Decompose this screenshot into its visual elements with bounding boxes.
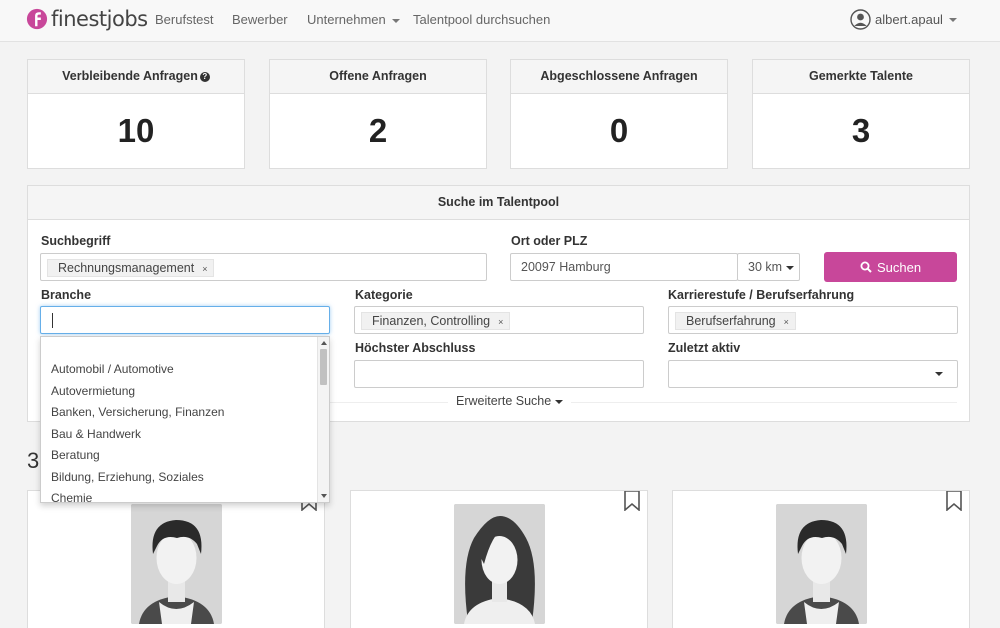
branche-option[interactable]: Banken, Versicherung, Finanzen: [41, 402, 329, 424]
chevron-down-icon: [935, 372, 943, 376]
stat-value: 3: [851, 112, 871, 149]
radius-text: 30 km: [748, 260, 783, 274]
brand-name: finestjobs: [51, 7, 148, 31]
karriere-label: Karrierestufe / Berufserfahrung: [668, 288, 855, 302]
keyword-tag: Rechnungsmanagement ×: [47, 259, 215, 277]
male-avatar: [776, 504, 867, 624]
talent-card[interactable]: [350, 490, 648, 628]
chevron-down-icon: [948, 17, 957, 22]
remove-tag-icon[interactable]: ×: [498, 317, 503, 327]
kategorie-label: Kategorie: [355, 288, 413, 302]
location-value: 20097 Hamburg: [521, 260, 611, 274]
karriere-input[interactable]: Berufserfahrung ×: [668, 306, 958, 334]
scroll-up-icon[interactable]: [321, 341, 327, 345]
remove-tag-icon[interactable]: ×: [784, 317, 789, 327]
nav-unternehmen-label: Unternehmen: [307, 12, 386, 27]
text-cursor: [52, 313, 53, 328]
search-button-label: Suchen: [876, 259, 922, 275]
stat-label: Gemerkte Talente: [753, 60, 969, 94]
radius-value: 30 km: [748, 260, 795, 274]
brand-logo[interactable]: finestjobs: [26, 7, 148, 31]
user-name: albert.apaul: [875, 12, 943, 27]
location-label: Ort oder PLZ: [511, 234, 588, 248]
results-count: 3: [27, 448, 40, 473]
user-menu[interactable]: albert.apaul: [850, 9, 957, 30]
bookmark-icon[interactable]: [623, 491, 641, 511]
keyword-tag-text: Rechnungsmanagement: [58, 261, 195, 275]
branche-label: Branche: [41, 288, 92, 302]
talent-card[interactable]: [672, 490, 970, 628]
scrollbar-thumb[interactable]: [320, 349, 327, 385]
kategorie-tag-text: Finanzen, Controlling: [372, 314, 491, 328]
keyword-label: Suchbegriff: [41, 234, 111, 248]
advanced-search-toggle[interactable]: Erweiterte Suche: [448, 394, 572, 408]
stat-closed-requests: Abgeschlossene Anfragen 0: [510, 59, 728, 169]
branche-input[interactable]: [40, 306, 330, 334]
branche-option[interactable]: Bau & Handwerk: [41, 424, 329, 446]
female-avatar: [454, 504, 545, 624]
nav-bewerber[interactable]: Bewerber: [232, 12, 288, 27]
stat-value: 10: [117, 112, 155, 149]
scroll-down-icon[interactable]: [321, 494, 327, 498]
branche-option[interactable]: Bildung, Erziehung, Soziales: [41, 467, 329, 489]
stat-value: 0: [609, 112, 629, 149]
branche-option[interactable]: Chemie: [41, 488, 329, 502]
chevron-down-icon: [555, 399, 564, 404]
abschluss-input[interactable]: [354, 360, 644, 388]
stat-saved-talents: Gemerkte Talente 3: [752, 59, 970, 169]
nav-berufstest[interactable]: Berufstest: [155, 12, 214, 27]
search-panel-title: Suche im Talentpool: [28, 186, 969, 220]
male-avatar-icon: [776, 504, 867, 624]
male-avatar-icon: [131, 504, 222, 624]
branche-option[interactable]: Beratung: [41, 445, 329, 467]
zuletzt-label: Zuletzt aktiv: [668, 341, 741, 355]
abschluss-label: Höchster Abschluss: [355, 341, 476, 355]
stat-open-requests: Offene Anfragen 2: [269, 59, 487, 169]
nav-talentpool[interactable]: Talentpool durchsuchen: [413, 12, 550, 27]
female-avatar-icon: [454, 504, 545, 624]
remove-tag-icon[interactable]: ×: [202, 264, 207, 274]
navbar: finestjobs Berufstest Bewerber Unternehm…: [0, 0, 1000, 42]
advanced-search-label: Erweiterte Suche: [456, 394, 552, 408]
bookmark-icon[interactable]: [945, 491, 963, 511]
nav-unternehmen[interactable]: Unternehmen: [307, 12, 400, 27]
search-button[interactable]: Suchen: [824, 252, 957, 282]
branche-dropdown: Automobil / Automotive Autovermietung Ba…: [40, 336, 330, 503]
karriere-tag: Berufserfahrung ×: [675, 312, 796, 330]
dropdown-spacer: [41, 337, 329, 359]
stat-value: 2: [368, 112, 388, 149]
kategorie-tag: Finanzen, Controlling ×: [361, 312, 511, 330]
stat-label: Offene Anfragen: [270, 60, 486, 94]
stat-label-text: Verbleibende Anfragen: [62, 69, 198, 83]
branche-option[interactable]: Automobil / Automotive: [41, 359, 329, 381]
chevron-down-icon: [786, 265, 795, 270]
user-avatar-icon: [850, 9, 871, 30]
stat-label: Abgeschlossene Anfragen: [511, 60, 727, 94]
radius-select[interactable]: 30 km: [737, 253, 800, 281]
location-input[interactable]: 20097 Hamburg: [510, 253, 738, 281]
stat-label: Verbleibende Anfragen?: [28, 60, 244, 94]
search-icon: [860, 261, 872, 273]
zuletzt-select[interactable]: [668, 360, 958, 388]
karriere-tag-text: Berufserfahrung: [686, 314, 776, 328]
keyword-input[interactable]: Rechnungsmanagement ×: [40, 253, 487, 281]
help-icon[interactable]: ?: [199, 72, 210, 82]
chevron-down-icon: [391, 18, 400, 23]
branche-option[interactable]: Autovermietung: [41, 381, 329, 403]
stat-remaining-requests: Verbleibende Anfragen? 10: [27, 59, 245, 169]
talent-card[interactable]: [27, 490, 325, 628]
male-avatar: [131, 504, 222, 624]
dropdown-scrollbar[interactable]: [317, 337, 329, 502]
logo-mark-icon: [26, 8, 48, 30]
kategorie-input[interactable]: Finanzen, Controlling ×: [354, 306, 644, 334]
